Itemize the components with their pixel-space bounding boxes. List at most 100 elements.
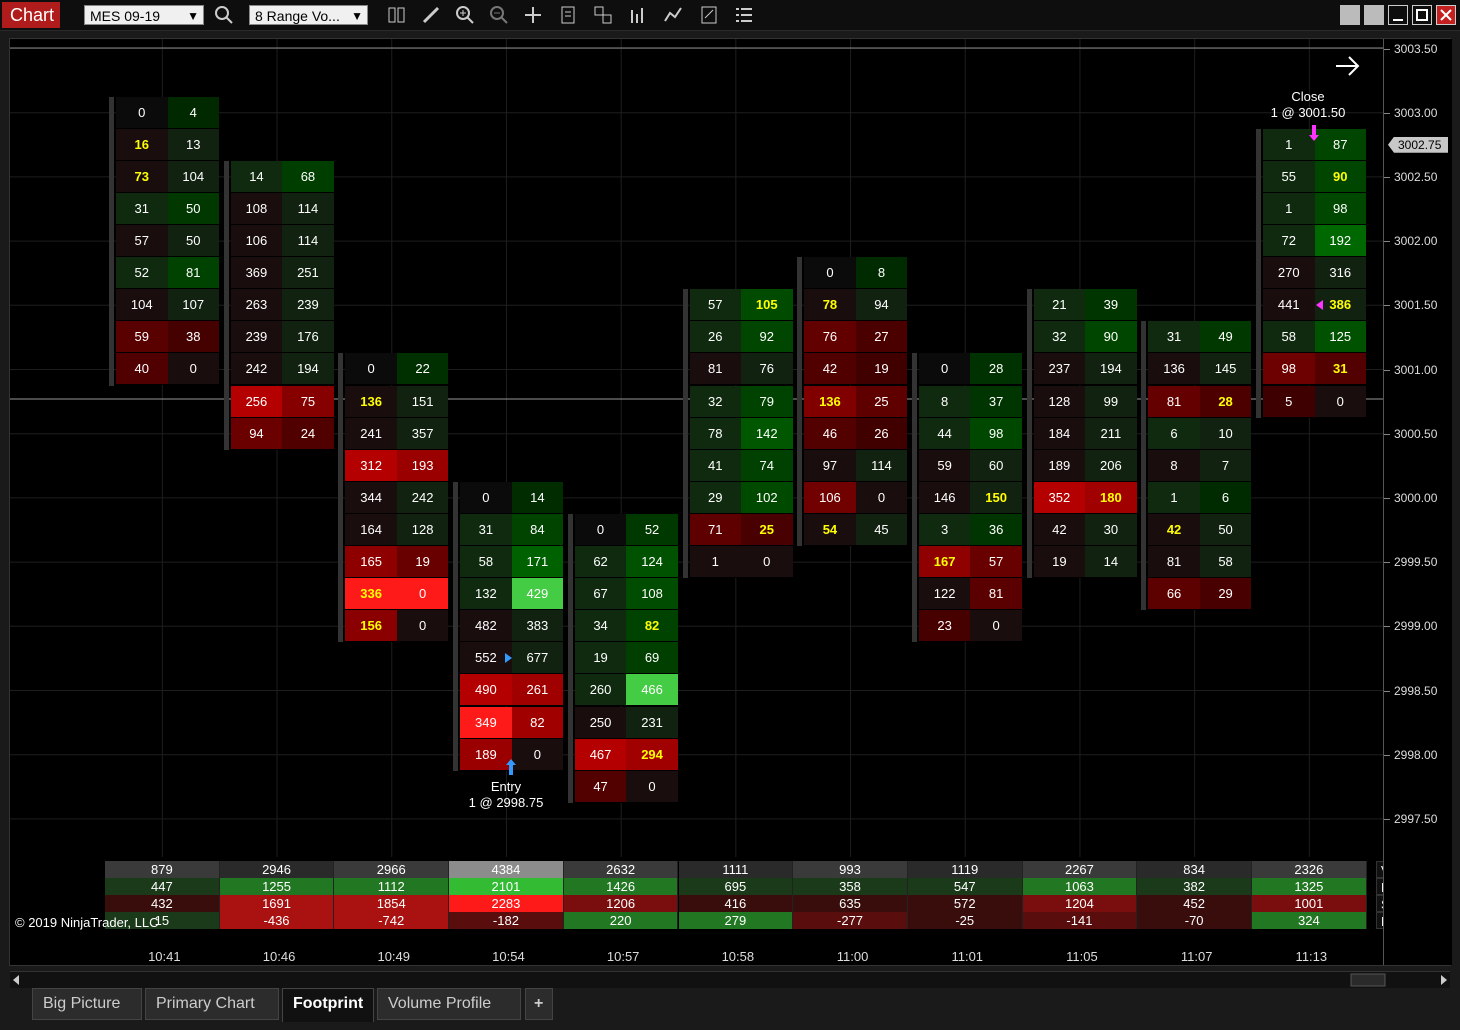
minimize-button[interactable]: [1388, 5, 1408, 25]
ask-volume-cell: 82: [626, 610, 678, 643]
price-label: 3000.00: [1394, 490, 1438, 505]
bar-range-indicator: [109, 96, 114, 386]
tab-footprint[interactable]: Footprint: [282, 988, 374, 1022]
ask-volume-cell: 180: [1085, 481, 1137, 514]
ask-volume-cell: 98: [970, 417, 1022, 450]
minimize-all-icon[interactable]: [1340, 5, 1360, 25]
ask-volume-cell: 171: [511, 546, 564, 579]
ask-volume-cell: 261: [511, 674, 564, 707]
tile-icon[interactable]: [1364, 5, 1384, 25]
ask-volume-cell: 99: [1085, 385, 1137, 418]
ask-volume-cell: 194: [282, 353, 334, 386]
bid-volume-cell: 94: [230, 417, 283, 450]
chart-panel[interactable]: 0 4 16 13 73 104 31 50 57 50 52 81 104 107 59 38 40 0 14 68…: [9, 38, 1452, 988]
bid-volume-cell: 256: [230, 385, 283, 418]
time-label: 10:58: [721, 949, 755, 964]
maximize-button[interactable]: [1412, 5, 1432, 25]
price-tick: [1384, 48, 1390, 50]
zoom-in-icon[interactable]: [454, 4, 476, 26]
ask-volume-cell: 58: [1199, 546, 1252, 579]
indicators-icon[interactable]: [628, 4, 650, 26]
zoom-out-icon[interactable]: [488, 4, 510, 26]
ask-volume-cell: 19: [396, 546, 449, 579]
properties-icon[interactable]: [698, 4, 720, 26]
draw-icon[interactable]: [420, 4, 442, 26]
ask-volume-cell: 8: [855, 257, 908, 290]
close-detail-text: 1 @ 3001.50: [1270, 105, 1346, 120]
ask-volume-cell: 128: [396, 513, 449, 546]
bid-volume-cell: 8: [1148, 449, 1200, 482]
strategies-icon[interactable]: [662, 4, 684, 26]
list-icon[interactable]: [733, 4, 755, 26]
tab-primary-chart[interactable]: Primary Chart: [145, 988, 279, 1020]
bar-type-selector[interactable]: 8 Range Vo... ▼: [249, 5, 368, 25]
chevron-down-icon: ▼: [187, 9, 199, 23]
sell-vol-cell: 1691: [219, 895, 335, 912]
horizontal-scrollbar[interactable]: [10, 971, 1450, 988]
bid-volume-cell: 21: [1033, 289, 1086, 322]
bid-volume-cell: 26: [689, 321, 741, 354]
ask-volume-cell: 57: [970, 546, 1022, 579]
ask-volume-cell: 28: [970, 353, 1022, 386]
delta-cell: -25: [907, 912, 1023, 929]
bid-volume-cell: 344: [345, 481, 397, 514]
bid-volume-cell: 106: [804, 481, 856, 514]
buy-vol-cell: 1112: [334, 878, 450, 895]
ask-volume-cell: 94: [855, 289, 908, 322]
volume-cell: 2326: [1252, 861, 1367, 878]
ask-volume-cell: 357: [396, 417, 449, 450]
ask-volume-cell: 90: [1314, 160, 1366, 193]
volume-cell: 2946: [219, 861, 335, 878]
close-button[interactable]: [1436, 5, 1456, 25]
data-box-icon[interactable]: [558, 4, 580, 26]
ask-volume-cell: 69: [626, 642, 678, 675]
bar-range-indicator: [223, 160, 229, 450]
tab-volume-profile[interactable]: Volume Profile: [377, 988, 521, 1020]
bid-volume-cell: 14: [230, 160, 283, 193]
ask-volume-cell: 0: [1314, 385, 1366, 418]
price-tick: [1384, 369, 1390, 371]
volume-cell: 2632: [563, 861, 679, 878]
ask-volume-cell: 0: [396, 610, 449, 643]
ask-volume-cell: 39: [1085, 289, 1137, 322]
add-tab-button[interactable]: +: [525, 988, 553, 1020]
bid-volume-cell: 81: [689, 353, 741, 386]
volume-cell: 834: [1137, 861, 1252, 878]
ask-volume-cell: 142: [741, 417, 793, 450]
bid-volume-cell: 106: [230, 225, 283, 258]
ask-volume-cell: 383: [511, 610, 564, 643]
bar-type-icon[interactable]: [386, 4, 408, 26]
ask-volume-cell: 125: [1314, 321, 1366, 354]
buy-vol-cell: 1255: [219, 878, 335, 895]
ask-volume-cell: 24: [282, 417, 334, 450]
crosshair-icon[interactable]: [522, 4, 544, 26]
ask-volume-cell: 192: [1314, 225, 1366, 258]
bid-volume-cell: 8: [918, 385, 971, 418]
templates-icon[interactable]: [592, 4, 614, 26]
price-axis[interactable]: 3003.50 3003.00 3002.50 3002.00 3001.50 3001.…: [1383, 39, 1452, 965]
tab-big-picture[interactable]: Big Picture: [32, 988, 142, 1020]
ask-volume-cell: 102: [741, 481, 793, 514]
bid-volume-cell: 0: [574, 513, 627, 546]
ask-volume-cell: 231: [626, 706, 678, 739]
bar-range-indicator: [682, 289, 688, 579]
instrument-value: MES 09-19: [90, 8, 161, 24]
bid-volume-cell: 29: [689, 481, 741, 514]
bid-volume-cell: 31: [116, 192, 168, 225]
price-tick: [1384, 112, 1390, 114]
bid-volume-cell: 1: [1148, 481, 1200, 514]
bid-volume-cell: 136: [345, 385, 397, 418]
instrument-selector[interactable]: MES 09-19 ▼: [84, 5, 204, 25]
bid-volume-cell: 0: [804, 257, 856, 290]
ask-volume-cell: 87: [1314, 128, 1366, 161]
ask-volume-cell: 151: [396, 385, 449, 418]
bid-volume-cell: 132: [460, 578, 512, 611]
price-tick: [1384, 497, 1390, 499]
bid-volume-cell: 52: [116, 257, 168, 290]
entry-label-text: Entry: [490, 779, 522, 794]
bid-volume-cell: 47: [574, 770, 627, 803]
search-icon[interactable]: [213, 4, 235, 26]
ask-volume-cell: 25: [855, 385, 908, 418]
ask-volume-cell: 677: [511, 642, 564, 675]
bid-volume-cell: 239: [230, 321, 283, 354]
